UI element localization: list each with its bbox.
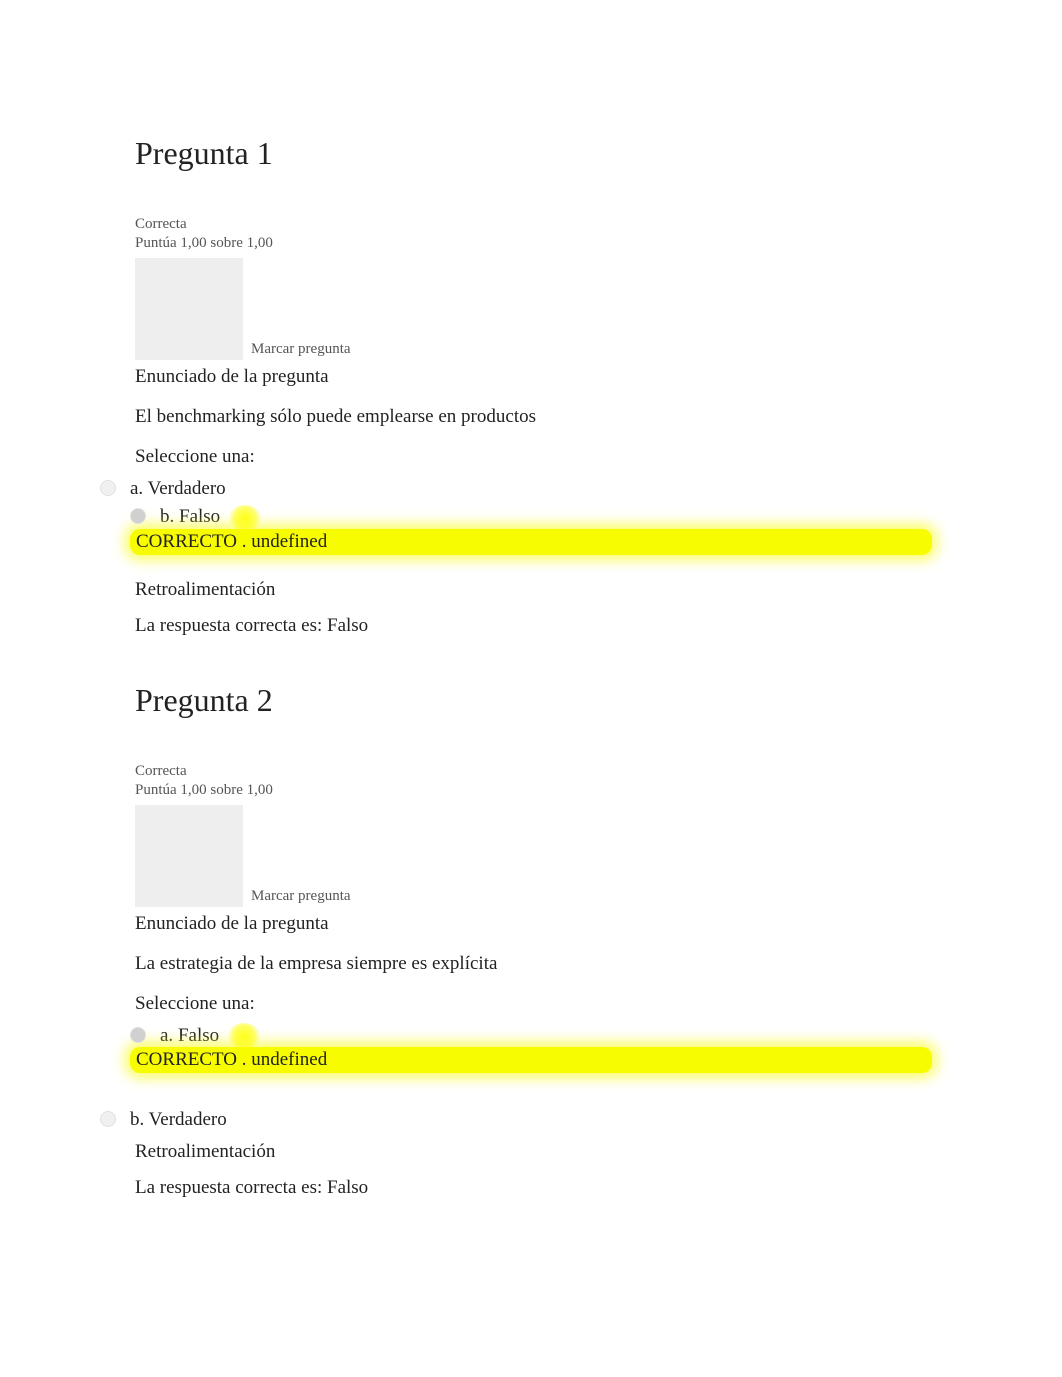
- option-a[interactable]: a. Verdadero: [100, 478, 927, 500]
- score-text: Puntúa 1,00 sobre 1,00: [135, 235, 927, 252]
- correct-check-icon: [230, 1025, 258, 1047]
- question-title: Pregunta 1: [135, 135, 927, 172]
- correct-highlight: CORRECTO . undefined: [130, 529, 932, 555]
- status-text: Correcta: [135, 214, 927, 235]
- question-block-1: Pregunta 1 Correcta Puntúa 1,00 sobre 1,…: [135, 135, 927, 637]
- flag-row: Marcar pregunta: [135, 258, 927, 362]
- correct-highlight: CORRECTO . undefined: [130, 1047, 932, 1073]
- feedback-text: La respuesta correcta es: Falso: [135, 1177, 927, 1199]
- option-b[interactable]: b. Falso CORRECTO . undefined: [130, 506, 927, 569]
- option-label: b. Falso: [160, 506, 259, 529]
- flag-icon-placeholder[interactable]: [135, 258, 243, 360]
- option-label: b. Verdadero: [130, 1109, 227, 1131]
- flag-row: Marcar pregunta: [135, 805, 927, 909]
- feedback-header: Retroalimentación: [135, 579, 927, 601]
- statement-header: Enunciado de la pregunta: [135, 366, 927, 388]
- question-text: El benchmarking sólo puede emplearse en …: [135, 406, 927, 428]
- feedback-text: La respuesta correcta es: Falso: [135, 615, 927, 637]
- radio-icon[interactable]: [130, 508, 146, 524]
- option-label: a. Verdadero: [130, 478, 226, 500]
- status-text: Correcta: [135, 761, 927, 782]
- radio-icon[interactable]: [100, 1111, 116, 1127]
- flag-icon-placeholder[interactable]: [135, 805, 243, 907]
- question-block-2: Pregunta 2 Correcta Puntúa 1,00 sobre 1,…: [135, 682, 927, 1200]
- statement-header: Enunciado de la pregunta: [135, 913, 927, 935]
- select-prompt: Seleccione una:: [135, 993, 927, 1015]
- feedback-header: Retroalimentación: [135, 1141, 927, 1163]
- select-prompt: Seleccione una:: [135, 446, 927, 468]
- radio-icon[interactable]: [130, 1027, 146, 1043]
- option-b[interactable]: b. Verdadero: [100, 1109, 927, 1131]
- score-text: Puntúa 1,00 sobre 1,00: [135, 782, 927, 799]
- option-label: a. Falso: [160, 1025, 258, 1048]
- radio-icon[interactable]: [100, 480, 116, 496]
- flag-label[interactable]: Marcar pregunta: [251, 888, 351, 909]
- question-title: Pregunta 2: [135, 682, 927, 719]
- flag-label[interactable]: Marcar pregunta: [251, 341, 351, 362]
- question-text: La estrategia de la empresa siempre es e…: [135, 953, 927, 975]
- correct-check-icon: [231, 507, 259, 529]
- option-a[interactable]: a. Falso CORRECTO . undefined: [130, 1025, 927, 1088]
- quiz-container: Pregunta 1 Correcta Puntúa 1,00 sobre 1,…: [0, 0, 1062, 1199]
